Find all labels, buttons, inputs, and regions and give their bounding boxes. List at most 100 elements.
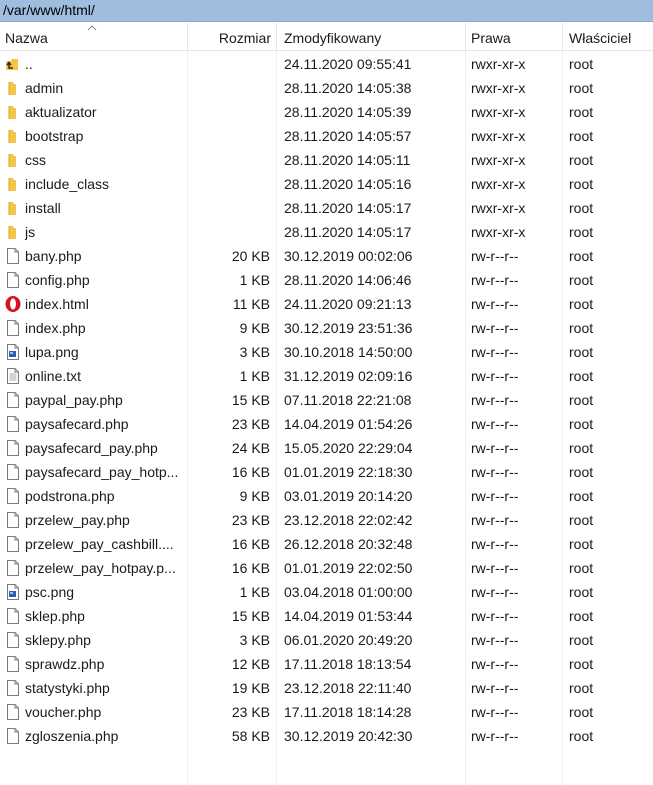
file-modified: 28.11.2020 14:05:11 xyxy=(284,152,411,168)
column-divider[interactable] xyxy=(187,23,188,51)
file-row[interactable]: bany.php 20 KB 30.12.2019 00:02:06 rw-r--r-… xyxy=(0,244,653,268)
file-row[interactable]: statystyki.php 19 KB 23.12.2018 22:11:40 rw… xyxy=(0,676,653,700)
file-permissions: rw-r--r-- xyxy=(471,608,519,624)
file-size: 20 KB xyxy=(231,248,270,264)
file-size: 23 KB xyxy=(231,512,270,528)
file-row[interactable]: admin 28.11.2020 14:05:38 rwxr-xr-x root xyxy=(0,76,653,100)
file-row[interactable]: lupa.png 3 KB 30.10.2018 14:50:00 rw-r--r--… xyxy=(0,340,653,364)
file-row[interactable]: przelew_pay_cashbill.... 16 KB 26.12.2018 … xyxy=(0,532,653,556)
file-owner: root xyxy=(569,152,594,168)
file-name: paypal_pay.php xyxy=(25,392,123,408)
file-row[interactable]: sklepy.php 3 KB 06.01.2020 20:49:20 rw-r--r… xyxy=(0,628,653,652)
file-modified: 28.11.2020 14:05:57 xyxy=(284,128,412,144)
file-name: config.php xyxy=(25,272,90,288)
file-row[interactable]: psc.png 1 KB 03.04.2018 01:00:00 rw-r--r-- r… xyxy=(0,580,653,604)
file-row[interactable]: bootstrap 28.11.2020 14:05:57 rwxr-xr-x roo… xyxy=(0,124,653,148)
file-permissions: rw-r--r-- xyxy=(471,392,519,408)
file-owner: root xyxy=(569,704,594,720)
file-permissions: rw-r--r-- xyxy=(471,488,519,504)
file-owner: root xyxy=(569,104,594,120)
file-name: zgloszenia.php xyxy=(25,728,119,744)
column-header-modified[interactable]: Zmodyfikowany xyxy=(284,23,464,51)
file-icon xyxy=(4,607,22,625)
file-row[interactable]: voucher.php 23 KB 17.11.2018 18:14:28 rw-r-… xyxy=(0,700,653,724)
file-row[interactable]: include_class 28.11.2020 14:05:16 rwxr-xr-… xyxy=(0,172,653,196)
file-row[interactable]: paysafecard_pay_hotp... 16 KB 01.01.2019 2… xyxy=(0,460,653,484)
file-row[interactable]: paypal_pay.php 15 KB 07.11.2018 22:21:08 rw… xyxy=(0,388,653,412)
image-file-icon xyxy=(4,343,22,361)
file-permissions: rw-r--r-- xyxy=(471,536,519,552)
file-modified: 31.12.2019 02:09:16 xyxy=(284,368,413,384)
file-permissions: rw-r--r-- xyxy=(471,704,519,720)
file-name: js xyxy=(25,224,36,240)
file-size xyxy=(190,148,270,172)
file-size xyxy=(190,196,270,220)
file-row[interactable]: aktualizator 28.11.2020 14:05:39 rwxr-xr-x… xyxy=(0,100,653,124)
file-row[interactable]: index.php 9 KB 30.12.2019 23:51:36 rw-r--r-… xyxy=(0,316,653,340)
file-size xyxy=(190,172,270,196)
file-row[interactable]: .. 24.11.2020 09:55:41 rwxr-xr-x root xyxy=(0,52,653,76)
file-modified: 06.01.2020 20:49:20 xyxy=(284,632,413,648)
file-row[interactable]: paysafecard_pay.php 24 KB 15.05.2020 22:29… xyxy=(0,436,653,460)
file-permissions: rw-r--r-- xyxy=(471,272,519,288)
file-modified: 28.11.2020 14:05:38 xyxy=(284,80,412,96)
file-name: bootstrap xyxy=(25,128,84,144)
file-owner: root xyxy=(569,344,594,360)
file-icon xyxy=(4,247,22,265)
file-icon xyxy=(4,727,22,745)
file-owner: root xyxy=(569,632,594,648)
column-divider[interactable] xyxy=(465,23,466,51)
file-name: index.html xyxy=(25,296,89,312)
file-modified: 30.12.2019 20:42:30 xyxy=(284,728,413,744)
current-path: /var/www/html/ xyxy=(3,2,95,18)
file-row[interactable]: sprawdz.php 12 KB 17.11.2018 18:13:54 rw-r-… xyxy=(0,652,653,676)
file-row[interactable]: online.txt 1 KB 31.12.2019 02:09:16 rw-r--r… xyxy=(0,364,653,388)
file-icon xyxy=(4,679,22,697)
file-icon xyxy=(4,415,22,433)
file-name: css xyxy=(25,152,46,168)
text-file-icon xyxy=(4,367,22,385)
file-size: 1 KB xyxy=(239,584,270,600)
file-row[interactable]: config.php 1 KB 28.11.2020 14:06:46 rw-r--r… xyxy=(0,268,653,292)
file-row[interactable]: przelew_pay.php 23 KB 23.12.2018 22:02:42 r… xyxy=(0,508,653,532)
file-row[interactable]: przelew_pay_hotpay.p... 16 KB 01.01.2019 2… xyxy=(0,556,653,580)
file-owner: root xyxy=(569,440,594,456)
file-row[interactable]: css 28.11.2020 14:05:11 rwxr-xr-x root xyxy=(0,148,653,172)
column-divider[interactable] xyxy=(562,23,563,51)
file-row[interactable]: install 28.11.2020 14:05:17 rwxr-xr-x root xyxy=(0,196,653,220)
file-permissions: rw-r--r-- xyxy=(471,632,519,648)
path-bar[interactable]: /var/www/html/ xyxy=(0,0,653,22)
file-permissions: rw-r--r-- xyxy=(471,512,519,528)
file-row[interactable]: paysafecard.php 23 KB 14.04.2019 01:54:26 r… xyxy=(0,412,653,436)
file-modified: 28.11.2020 14:05:17 xyxy=(284,224,412,240)
file-icon xyxy=(4,631,22,649)
file-row[interactable]: sklep.php 15 KB 14.04.2019 01:53:44 rw-r--r… xyxy=(0,604,653,628)
column-divider[interactable] xyxy=(276,23,277,51)
file-row[interactable]: zgloszenia.php 58 KB 30.12.2019 20:42:30 rw… xyxy=(0,724,653,748)
file-owner: root xyxy=(569,512,594,528)
file-name: sklepy.php xyxy=(25,632,91,648)
folder-icon xyxy=(4,223,22,241)
file-size: 9 KB xyxy=(239,488,270,504)
column-header-permissions[interactable]: Prawa xyxy=(471,23,559,51)
file-owner: root xyxy=(569,560,594,576)
file-size xyxy=(190,220,270,244)
column-header-owner[interactable]: Właściciel xyxy=(569,23,651,51)
image-file-icon xyxy=(4,583,22,601)
folder-icon xyxy=(4,79,22,97)
file-modified: 23.12.2018 22:11:40 xyxy=(284,680,412,696)
file-modified: 28.11.2020 14:05:16 xyxy=(284,176,412,192)
column-header-size[interactable]: Rozmiar xyxy=(190,23,271,51)
column-header-name[interactable]: Nazwa xyxy=(5,23,185,51)
file-row[interactable]: index.html 11 KB 24.11.2020 09:21:13 rw-r--… xyxy=(0,292,653,316)
file-modified: 03.01.2019 20:14:20 xyxy=(284,488,413,504)
file-modified: 26.12.2018 20:32:48 xyxy=(284,536,413,552)
file-permissions: rwxr-xr-x xyxy=(471,176,526,192)
file-name: admin xyxy=(25,80,64,96)
file-owner: root xyxy=(569,128,594,144)
file-owner: root xyxy=(569,536,594,552)
file-name: podstrona.php xyxy=(25,488,115,504)
file-modified: 17.11.2018 18:14:28 xyxy=(284,704,412,720)
file-row[interactable]: js 28.11.2020 14:05:17 rwxr-xr-x root xyxy=(0,220,653,244)
file-row[interactable]: podstrona.php 9 KB 03.01.2019 20:14:20 rw-r… xyxy=(0,484,653,508)
